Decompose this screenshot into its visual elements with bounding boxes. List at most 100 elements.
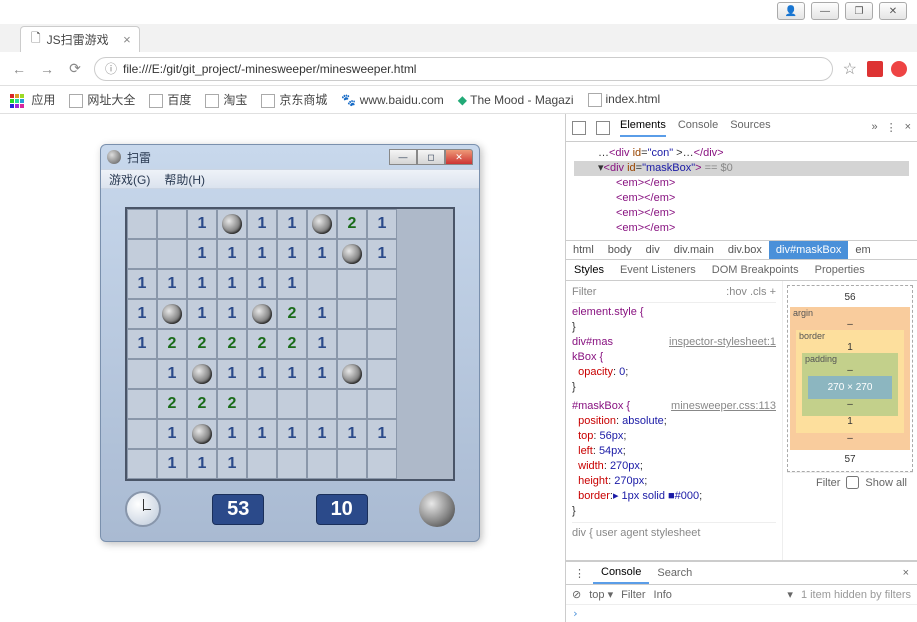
grid-cell[interactable]: 1 bbox=[187, 449, 217, 479]
grid-cell[interactable]: 2 bbox=[187, 389, 217, 419]
breakpoints-tab[interactable]: DOM Breakpoints bbox=[704, 260, 807, 280]
reload-button[interactable]: ⟳ bbox=[66, 60, 84, 77]
grid-cell[interactable]: 1 bbox=[187, 269, 217, 299]
grid-cell[interactable]: 1 bbox=[307, 299, 337, 329]
grid-cell[interactable]: 1 bbox=[217, 239, 247, 269]
back-button[interactable]: ← bbox=[10, 61, 28, 77]
grid-cell[interactable]: 1 bbox=[367, 419, 397, 449]
grid-cell[interactable]: 1 bbox=[217, 449, 247, 479]
grid-cell[interactable] bbox=[157, 209, 187, 239]
grid-cell[interactable] bbox=[307, 449, 337, 479]
os-maximize-button[interactable]: ❐ bbox=[845, 2, 873, 20]
bookmark-item[interactable]: 淘宝 bbox=[205, 91, 247, 108]
grid-cell[interactable]: 1 bbox=[127, 269, 157, 299]
grid-cell[interactable]: 1 bbox=[277, 269, 307, 299]
os-user-icon[interactable]: 👤 bbox=[777, 2, 805, 20]
bookmark-item[interactable]: 网址大全 bbox=[69, 91, 135, 108]
grid-cell[interactable]: 1 bbox=[307, 329, 337, 359]
grid-cell[interactable] bbox=[367, 269, 397, 299]
grid-cell[interactable]: 2 bbox=[337, 209, 367, 239]
grid-cell[interactable]: 2 bbox=[277, 329, 307, 359]
grid-cell[interactable] bbox=[367, 329, 397, 359]
apps-shortcut[interactable]: 应用 bbox=[10, 91, 55, 108]
grid-cell[interactable]: 1 bbox=[127, 329, 157, 359]
tab-elements[interactable]: Elements bbox=[620, 119, 666, 137]
bookmark-item[interactable]: ◆ The Mood - Magazi bbox=[458, 93, 574, 107]
dom-breadcrumb[interactable]: html body div div.main div.box div#maskB… bbox=[566, 241, 917, 260]
grid-cell[interactable]: 1 bbox=[247, 419, 277, 449]
show-all-checkbox[interactable] bbox=[846, 476, 859, 489]
grid-cell[interactable] bbox=[337, 389, 367, 419]
grid-cell[interactable] bbox=[187, 359, 217, 389]
grid-cell[interactable]: 1 bbox=[157, 359, 187, 389]
console-clear-button[interactable]: ⊘ bbox=[572, 588, 581, 601]
devtools-close-button[interactable]: × bbox=[905, 121, 911, 134]
grid-cell[interactable]: 1 bbox=[127, 299, 157, 329]
console-level[interactable]: Info bbox=[654, 589, 672, 601]
address-bar[interactable]: ⓘ file:///E:/git/git_project/-minesweepe… bbox=[94, 57, 833, 81]
grid-cell[interactable]: 1 bbox=[157, 269, 187, 299]
grid-cell[interactable] bbox=[307, 389, 337, 419]
listeners-tab[interactable]: Event Listeners bbox=[612, 260, 704, 280]
tab-console[interactable]: Console bbox=[678, 119, 718, 137]
drawer-tab-search[interactable]: Search bbox=[649, 563, 700, 583]
console-prompt[interactable]: › bbox=[566, 605, 917, 622]
os-minimize-button[interactable]: — bbox=[811, 2, 839, 20]
grid-cell[interactable]: 1 bbox=[307, 419, 337, 449]
site-info-icon[interactable]: ⓘ bbox=[105, 60, 117, 77]
more-tabs-icon[interactable]: » bbox=[871, 121, 877, 134]
console-filter[interactable]: Filter bbox=[621, 589, 645, 601]
grid-cell[interactable] bbox=[157, 239, 187, 269]
grid-cell[interactable] bbox=[247, 299, 277, 329]
window-minimize-button[interactable]: — bbox=[389, 149, 417, 165]
grid-cell[interactable] bbox=[127, 359, 157, 389]
grid-cell[interactable]: 1 bbox=[247, 209, 277, 239]
grid-cell[interactable]: 1 bbox=[277, 209, 307, 239]
forward-button[interactable]: → bbox=[38, 61, 56, 77]
grid-cell[interactable]: 2 bbox=[217, 389, 247, 419]
drawer-tab-console[interactable]: Console bbox=[593, 562, 649, 584]
drawer-close-button[interactable]: × bbox=[895, 563, 917, 583]
grid-cell[interactable]: 1 bbox=[247, 239, 277, 269]
grid-cell[interactable]: 1 bbox=[187, 209, 217, 239]
menu-help[interactable]: 帮助(H) bbox=[164, 171, 205, 188]
grid-cell[interactable] bbox=[307, 269, 337, 299]
grid-cell[interactable] bbox=[337, 329, 367, 359]
grid-cell[interactable] bbox=[367, 359, 397, 389]
grid-cell[interactable] bbox=[307, 209, 337, 239]
grid-cell[interactable]: 1 bbox=[277, 359, 307, 389]
grid-cell[interactable]: 1 bbox=[367, 239, 397, 269]
grid-cell[interactable] bbox=[277, 449, 307, 479]
styles-filter[interactable]: Filter bbox=[572, 285, 596, 300]
device-icon[interactable] bbox=[596, 121, 610, 135]
dom-tree[interactable]: …<div id="con" >…</div> ▾<div id="maskBo… bbox=[566, 142, 917, 241]
grid-cell[interactable] bbox=[367, 299, 397, 329]
grid-cell[interactable] bbox=[337, 269, 367, 299]
grid-cell[interactable] bbox=[127, 449, 157, 479]
grid-cell[interactable] bbox=[157, 299, 187, 329]
grid-cell[interactable]: 1 bbox=[367, 209, 397, 239]
grid-cell[interactable] bbox=[337, 449, 367, 479]
grid-cell[interactable] bbox=[187, 419, 217, 449]
bookmark-item[interactable]: 京东商城 bbox=[261, 91, 327, 108]
grid-cell[interactable] bbox=[337, 359, 367, 389]
grid-cell[interactable]: 2 bbox=[157, 389, 187, 419]
styles-tab[interactable]: Styles bbox=[566, 260, 612, 280]
grid-cell[interactable]: 2 bbox=[217, 329, 247, 359]
extension-icon[interactable] bbox=[891, 61, 907, 77]
mine-icon[interactable] bbox=[419, 491, 455, 527]
grid-cell[interactable] bbox=[247, 389, 277, 419]
extension-icon[interactable] bbox=[867, 61, 883, 77]
grid-cell[interactable] bbox=[127, 239, 157, 269]
tab-close-button[interactable]: × bbox=[123, 32, 131, 47]
grid-cell[interactable]: 2 bbox=[247, 329, 277, 359]
grid-cell[interactable] bbox=[127, 419, 157, 449]
grid-cell[interactable] bbox=[337, 299, 367, 329]
drawer-toggle-icon[interactable]: ⋮ bbox=[566, 563, 593, 584]
grid-cell[interactable]: 2 bbox=[157, 329, 187, 359]
grid-cell[interactable]: 1 bbox=[247, 359, 277, 389]
grid-cell[interactable]: 1 bbox=[157, 419, 187, 449]
grid-cell[interactable] bbox=[247, 449, 277, 479]
bookmark-star-icon[interactable]: ☆ bbox=[843, 59, 857, 79]
grid-cell[interactable]: 1 bbox=[217, 299, 247, 329]
